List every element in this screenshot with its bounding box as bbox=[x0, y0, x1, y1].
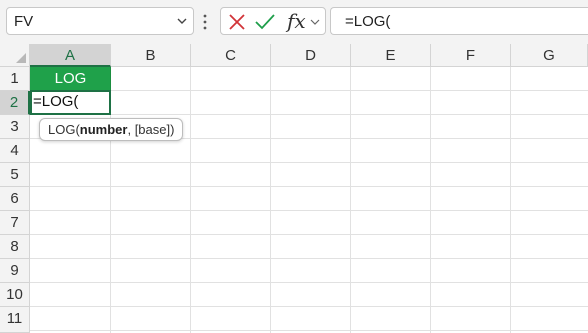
chevron-down-icon[interactable] bbox=[175, 14, 189, 28]
formula-text: =LOG( bbox=[345, 13, 391, 30]
cell-a1-value: LOG bbox=[54, 70, 87, 87]
column-header-d[interactable]: D bbox=[271, 44, 351, 67]
formula-buttons: fx bbox=[220, 7, 326, 35]
row-header-3[interactable]: 3 bbox=[0, 115, 30, 139]
gridline bbox=[30, 282, 588, 283]
gridline bbox=[30, 330, 588, 331]
name-box[interactable]: FV bbox=[6, 7, 194, 35]
column-header-g[interactable]: G bbox=[511, 44, 588, 67]
cell-a1[interactable]: LOG bbox=[30, 67, 111, 91]
column-header-a[interactable]: A bbox=[30, 44, 111, 67]
gridline bbox=[270, 67, 271, 333]
column-header-f[interactable]: F bbox=[431, 44, 511, 67]
cell-a2-active[interactable]: =LOG( bbox=[30, 90, 111, 115]
enter-check-icon[interactable] bbox=[254, 12, 276, 32]
gridline bbox=[30, 234, 588, 235]
row-header-2[interactable]: 2 bbox=[0, 91, 30, 115]
gridline bbox=[30, 258, 588, 259]
gridline bbox=[30, 306, 588, 307]
gridline bbox=[350, 67, 351, 333]
gridline bbox=[30, 90, 588, 91]
gridline bbox=[510, 67, 511, 333]
tooltip-rest-arguments: , [base]) bbox=[127, 122, 175, 137]
row-header-1[interactable]: 1 bbox=[0, 67, 30, 91]
vertical-dots-icon[interactable] bbox=[202, 13, 208, 31]
gridline bbox=[30, 162, 588, 163]
row-header-7[interactable]: 7 bbox=[0, 211, 30, 235]
function-signature-tooltip[interactable]: LOG(number, [base]) bbox=[39, 118, 184, 141]
select-all-corner[interactable] bbox=[0, 44, 30, 67]
gridline bbox=[430, 67, 431, 333]
gridline bbox=[190, 67, 191, 333]
column-header-b[interactable]: B bbox=[111, 44, 191, 67]
select-all-triangle-icon bbox=[16, 53, 26, 63]
row-header-9[interactable]: 9 bbox=[0, 259, 30, 283]
row-header-8[interactable]: 8 bbox=[0, 235, 30, 259]
column-header-e[interactable]: E bbox=[351, 44, 431, 67]
row-header-4[interactable]: 4 bbox=[0, 139, 30, 163]
tooltip-current-argument[interactable]: number bbox=[80, 122, 128, 137]
gridline bbox=[30, 114, 588, 115]
gridline bbox=[30, 186, 588, 187]
row-header-11[interactable]: 11 bbox=[0, 307, 30, 333]
formula-input[interactable]: =LOG( bbox=[330, 7, 588, 35]
row-header-10[interactable]: 10 bbox=[0, 283, 30, 307]
gridline bbox=[30, 210, 588, 211]
row-header-5[interactable]: 5 bbox=[0, 163, 30, 187]
cancel-x-icon[interactable] bbox=[227, 12, 247, 32]
row-header-6[interactable]: 6 bbox=[0, 187, 30, 211]
chevron-down-icon[interactable] bbox=[309, 16, 321, 28]
tooltip-function-name: LOG( bbox=[48, 122, 80, 137]
column-header-c[interactable]: C bbox=[191, 44, 271, 67]
spreadsheet-grid: A B C D E F G 1 2 3 4 5 6 7 8 9 10 11 LO… bbox=[0, 44, 588, 333]
name-box-value: FV bbox=[14, 13, 34, 30]
insert-function-button[interactable]: fx bbox=[287, 9, 306, 33]
formula-bar-area: FV fx =LOG( bbox=[0, 0, 588, 44]
cell-a2-value: =LOG( bbox=[33, 93, 79, 110]
